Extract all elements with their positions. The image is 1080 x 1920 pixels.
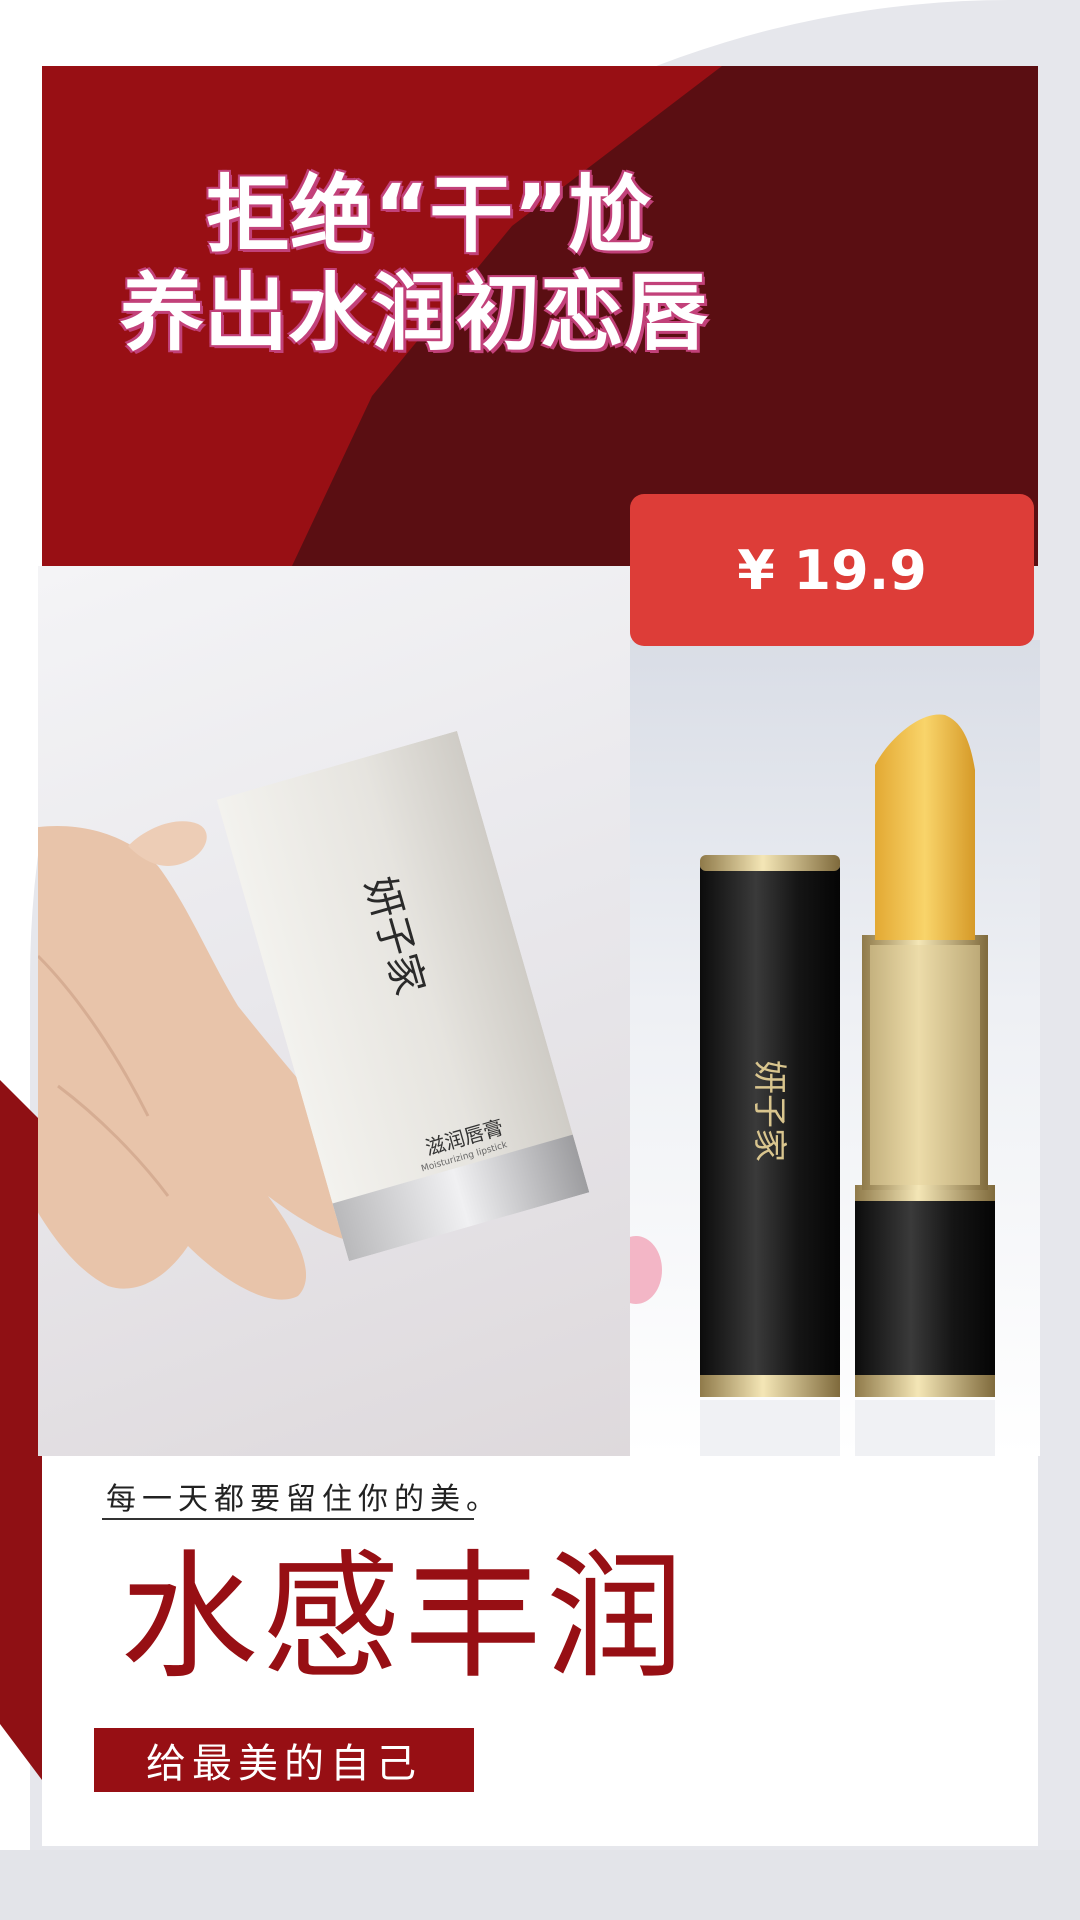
product-photo-box: 妍子家 滋润唇膏 Moisturizing lipstick (38, 566, 630, 1456)
tagline-underline (102, 1518, 474, 1520)
headline: 拒绝“干”尬 养出水润初恋唇 (42, 66, 1038, 566)
background-red-accent (0, 1080, 42, 1780)
text-card: 每一天都要留住你的美。 水感丰润 给最美的自己 (42, 1456, 1038, 1846)
headline-line-2: 养出水润初恋唇 (120, 264, 709, 362)
header-banner: 拒绝“干”尬 养出水润初恋唇 (42, 66, 1038, 566)
background-bottom-strip (0, 1850, 1080, 1920)
feature-title: 水感丰润 (120, 1537, 689, 1698)
tagline: 每一天都要留住你的美。 (106, 1482, 502, 1517)
price-label: ¥ 19.9 (737, 538, 927, 602)
poster: 拒绝“干”尬 养出水润初恋唇 ¥ 19.9 妍子家 滋润唇膏 Moisturiz… (0, 0, 1080, 1920)
lipstick-image: 妍子家 (630, 714, 995, 1456)
price-tag: ¥ 19.9 (630, 494, 1034, 646)
subtitle-box: 给最美的自己 (94, 1728, 474, 1792)
subtitle: 给最美的自己 (146, 1741, 422, 1787)
headline-line-1: 拒绝“干”尬 (206, 166, 653, 264)
product-photo-lipstick: 妍子家 (630, 640, 1040, 1456)
lipstick-brand-mark: 妍子家 (749, 1060, 789, 1162)
